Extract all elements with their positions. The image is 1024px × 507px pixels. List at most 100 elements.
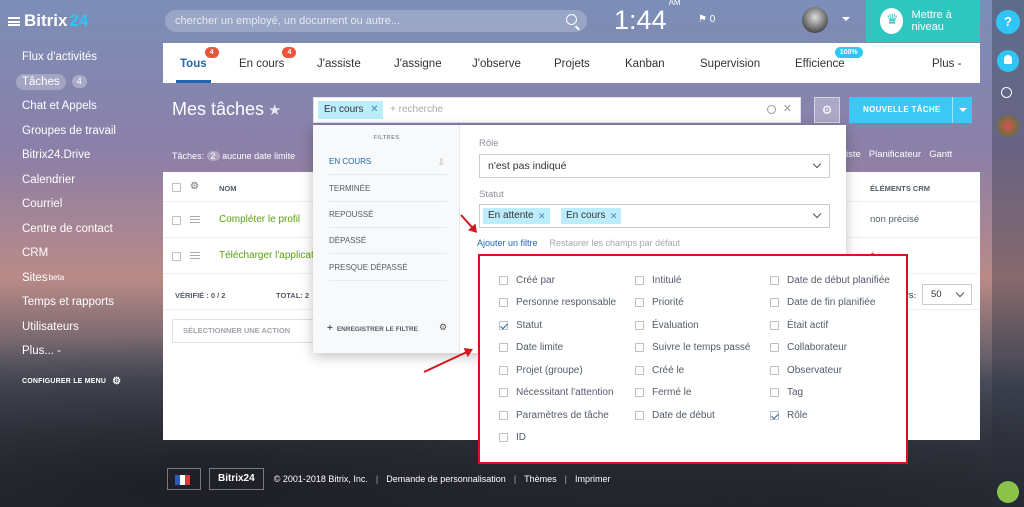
row-menu-icon[interactable]: [190, 216, 200, 223]
field-checkbox[interactable]: [499, 298, 508, 307]
menu-item-activity[interactable]: Flux d'activités: [22, 45, 121, 70]
field-start-date[interactable]: Date de début: [635, 410, 715, 421]
view-planner[interactable]: Planificateur: [869, 149, 921, 160]
tab-in-progress[interactable]: En cours 4: [239, 43, 297, 83]
restore-defaults-link[interactable]: Restaurer les champs par défaut: [550, 238, 681, 248]
close-icon[interactable]: ✕: [538, 208, 546, 224]
field-checkbox[interactable]: [499, 321, 508, 330]
field-checkbox[interactable]: [770, 411, 779, 420]
upgrade-button[interactable]: Mettre à niveau: [866, 0, 980, 42]
star-icon[interactable]: ★: [268, 102, 281, 119]
per-page-select[interactable]: 50: [922, 284, 972, 305]
add-filter-link[interactable]: Ajouter un filtre: [477, 238, 538, 248]
global-search-input[interactable]: chercher un employé, un document ou autr…: [165, 10, 587, 32]
row-checkbox[interactable]: [172, 216, 181, 225]
field-checkbox[interactable]: [635, 321, 644, 330]
field-observer[interactable]: Observateur: [770, 365, 842, 376]
tab-all[interactable]: Tous 4: [176, 43, 219, 83]
field-checkbox[interactable]: [635, 343, 644, 352]
menu-item-drive[interactable]: Bitrix24.Drive: [22, 143, 121, 168]
tab-supervision[interactable]: Supervision: [700, 43, 760, 83]
field-checkbox[interactable]: [770, 388, 779, 397]
field-checkbox[interactable]: [770, 321, 779, 330]
filter-chip[interactable]: En cours ✕: [318, 101, 384, 119]
menu-item-sites[interactable]: Sites beta: [22, 266, 121, 291]
settings-button[interactable]: ⚙: [814, 97, 840, 123]
menu-item-more[interactable]: Plus... -: [22, 339, 121, 364]
status-select[interactable]: En attente ✕ En cours ✕: [479, 204, 830, 228]
select-all-checkbox[interactable]: [172, 183, 181, 192]
field-planned-start[interactable]: Date de début planifiée: [770, 275, 890, 286]
field-status[interactable]: Statut: [499, 320, 542, 331]
field-responsible[interactable]: Personne responsable: [499, 297, 616, 308]
task-name-link[interactable]: Télécharger l'applicatio: [219, 250, 322, 261]
tab-efficiency[interactable]: Efficience 100%: [795, 43, 863, 83]
field-checkbox[interactable]: [770, 343, 779, 352]
role-select[interactable]: n'est pas indiqué: [479, 154, 830, 178]
language-flag-icon[interactable]: [167, 468, 201, 490]
field-priority[interactable]: Priorité: [635, 297, 684, 308]
field-tag[interactable]: Tag: [770, 387, 803, 398]
field-checkbox[interactable]: [770, 298, 779, 307]
field-checkbox[interactable]: [499, 276, 508, 285]
column-header-name[interactable]: NOM: [219, 184, 237, 193]
preset-completed[interactable]: TERMINÉE: [329, 176, 447, 202]
field-time-tracking[interactable]: Suivre le temps passé: [635, 342, 750, 353]
view-list[interactable]: iste: [846, 149, 861, 160]
flag-counter[interactable]: ⚑ 0: [698, 14, 715, 25]
field-role[interactable]: Rôle: [770, 410, 808, 421]
help-icon[interactable]: ?: [996, 10, 1020, 34]
action-select[interactable]: SÉLECTIONNER UNE ACTION: [172, 319, 317, 343]
menu-item-crm[interactable]: CRM: [22, 241, 121, 266]
contact-avatar[interactable]: [997, 115, 1019, 137]
field-project[interactable]: Projet (groupe): [499, 365, 583, 376]
field-checkbox[interactable]: [635, 366, 644, 375]
search-icon[interactable]: [1001, 87, 1012, 98]
field-evaluation[interactable]: Évaluation: [635, 320, 699, 331]
field-checkbox[interactable]: [499, 433, 508, 442]
menu-item-tasks[interactable]: Tâches 4: [16, 70, 121, 95]
row-checkbox[interactable]: [172, 252, 181, 261]
footer-brand[interactable]: Bitrix24: [209, 468, 264, 490]
menu-item-users[interactable]: Utilisateurs: [22, 315, 121, 340]
field-attention[interactable]: Nécessitant l'attention: [499, 387, 614, 398]
field-checkbox[interactable]: [770, 366, 779, 375]
menu-item-contact-center[interactable]: Centre de contact: [22, 217, 121, 242]
tab-kanban[interactable]: Kanban: [625, 43, 665, 83]
search-icon[interactable]: [767, 105, 776, 114]
bell-icon[interactable]: [997, 50, 1019, 72]
footer-link-themes[interactable]: Thèmes: [524, 474, 557, 484]
field-checkbox[interactable]: [635, 411, 644, 420]
footer-link-print[interactable]: Imprimer: [575, 474, 611, 484]
field-checkbox[interactable]: [770, 276, 779, 285]
field-created-on[interactable]: Créé le: [635, 365, 684, 376]
phone-icon[interactable]: [997, 481, 1019, 503]
field-planned-end[interactable]: Date de fin planifiée: [770, 297, 875, 308]
field-collaborator[interactable]: Collaborateur: [770, 342, 847, 353]
field-checkbox[interactable]: [499, 366, 508, 375]
row-menu-icon[interactable]: [190, 252, 200, 259]
search-icon[interactable]: [566, 14, 577, 25]
column-header-crm[interactable]: ÉLÉMENTS CRM: [870, 184, 930, 193]
field-created-by[interactable]: Créé par: [499, 275, 555, 286]
tab-observing[interactable]: J'observe: [472, 43, 521, 83]
status-chip[interactable]: En cours ✕: [561, 208, 622, 224]
field-closed-on[interactable]: Fermé le: [635, 387, 691, 398]
avatar[interactable]: [802, 7, 828, 33]
chevron-down-icon[interactable]: [842, 17, 850, 21]
field-checkbox[interactable]: [499, 388, 508, 397]
field-checkbox[interactable]: [635, 388, 644, 397]
preset-overdue[interactable]: DÉPASSÉ: [329, 228, 447, 254]
preset-deferred[interactable]: REPOUSSÉ: [329, 202, 447, 228]
logo[interactable]: Bitrix 24: [8, 11, 88, 31]
field-deadline[interactable]: Date limite: [499, 342, 563, 353]
view-gantt[interactable]: Gantt: [929, 149, 952, 160]
menu-item-time-reports[interactable]: Temps et rapports: [22, 290, 121, 315]
field-title[interactable]: Intitulé: [635, 275, 681, 286]
tab-assigned[interactable]: J'assigne: [394, 43, 442, 83]
task-name-link[interactable]: Compléter le profil: [219, 214, 300, 225]
chevron-down-icon[interactable]: [952, 97, 972, 123]
gear-icon[interactable]: ⚙: [439, 322, 447, 333]
menu-item-mail[interactable]: Courriel: [22, 192, 121, 217]
configure-menu-button[interactable]: CONFIGURER LE MENU ⚙: [22, 376, 121, 387]
